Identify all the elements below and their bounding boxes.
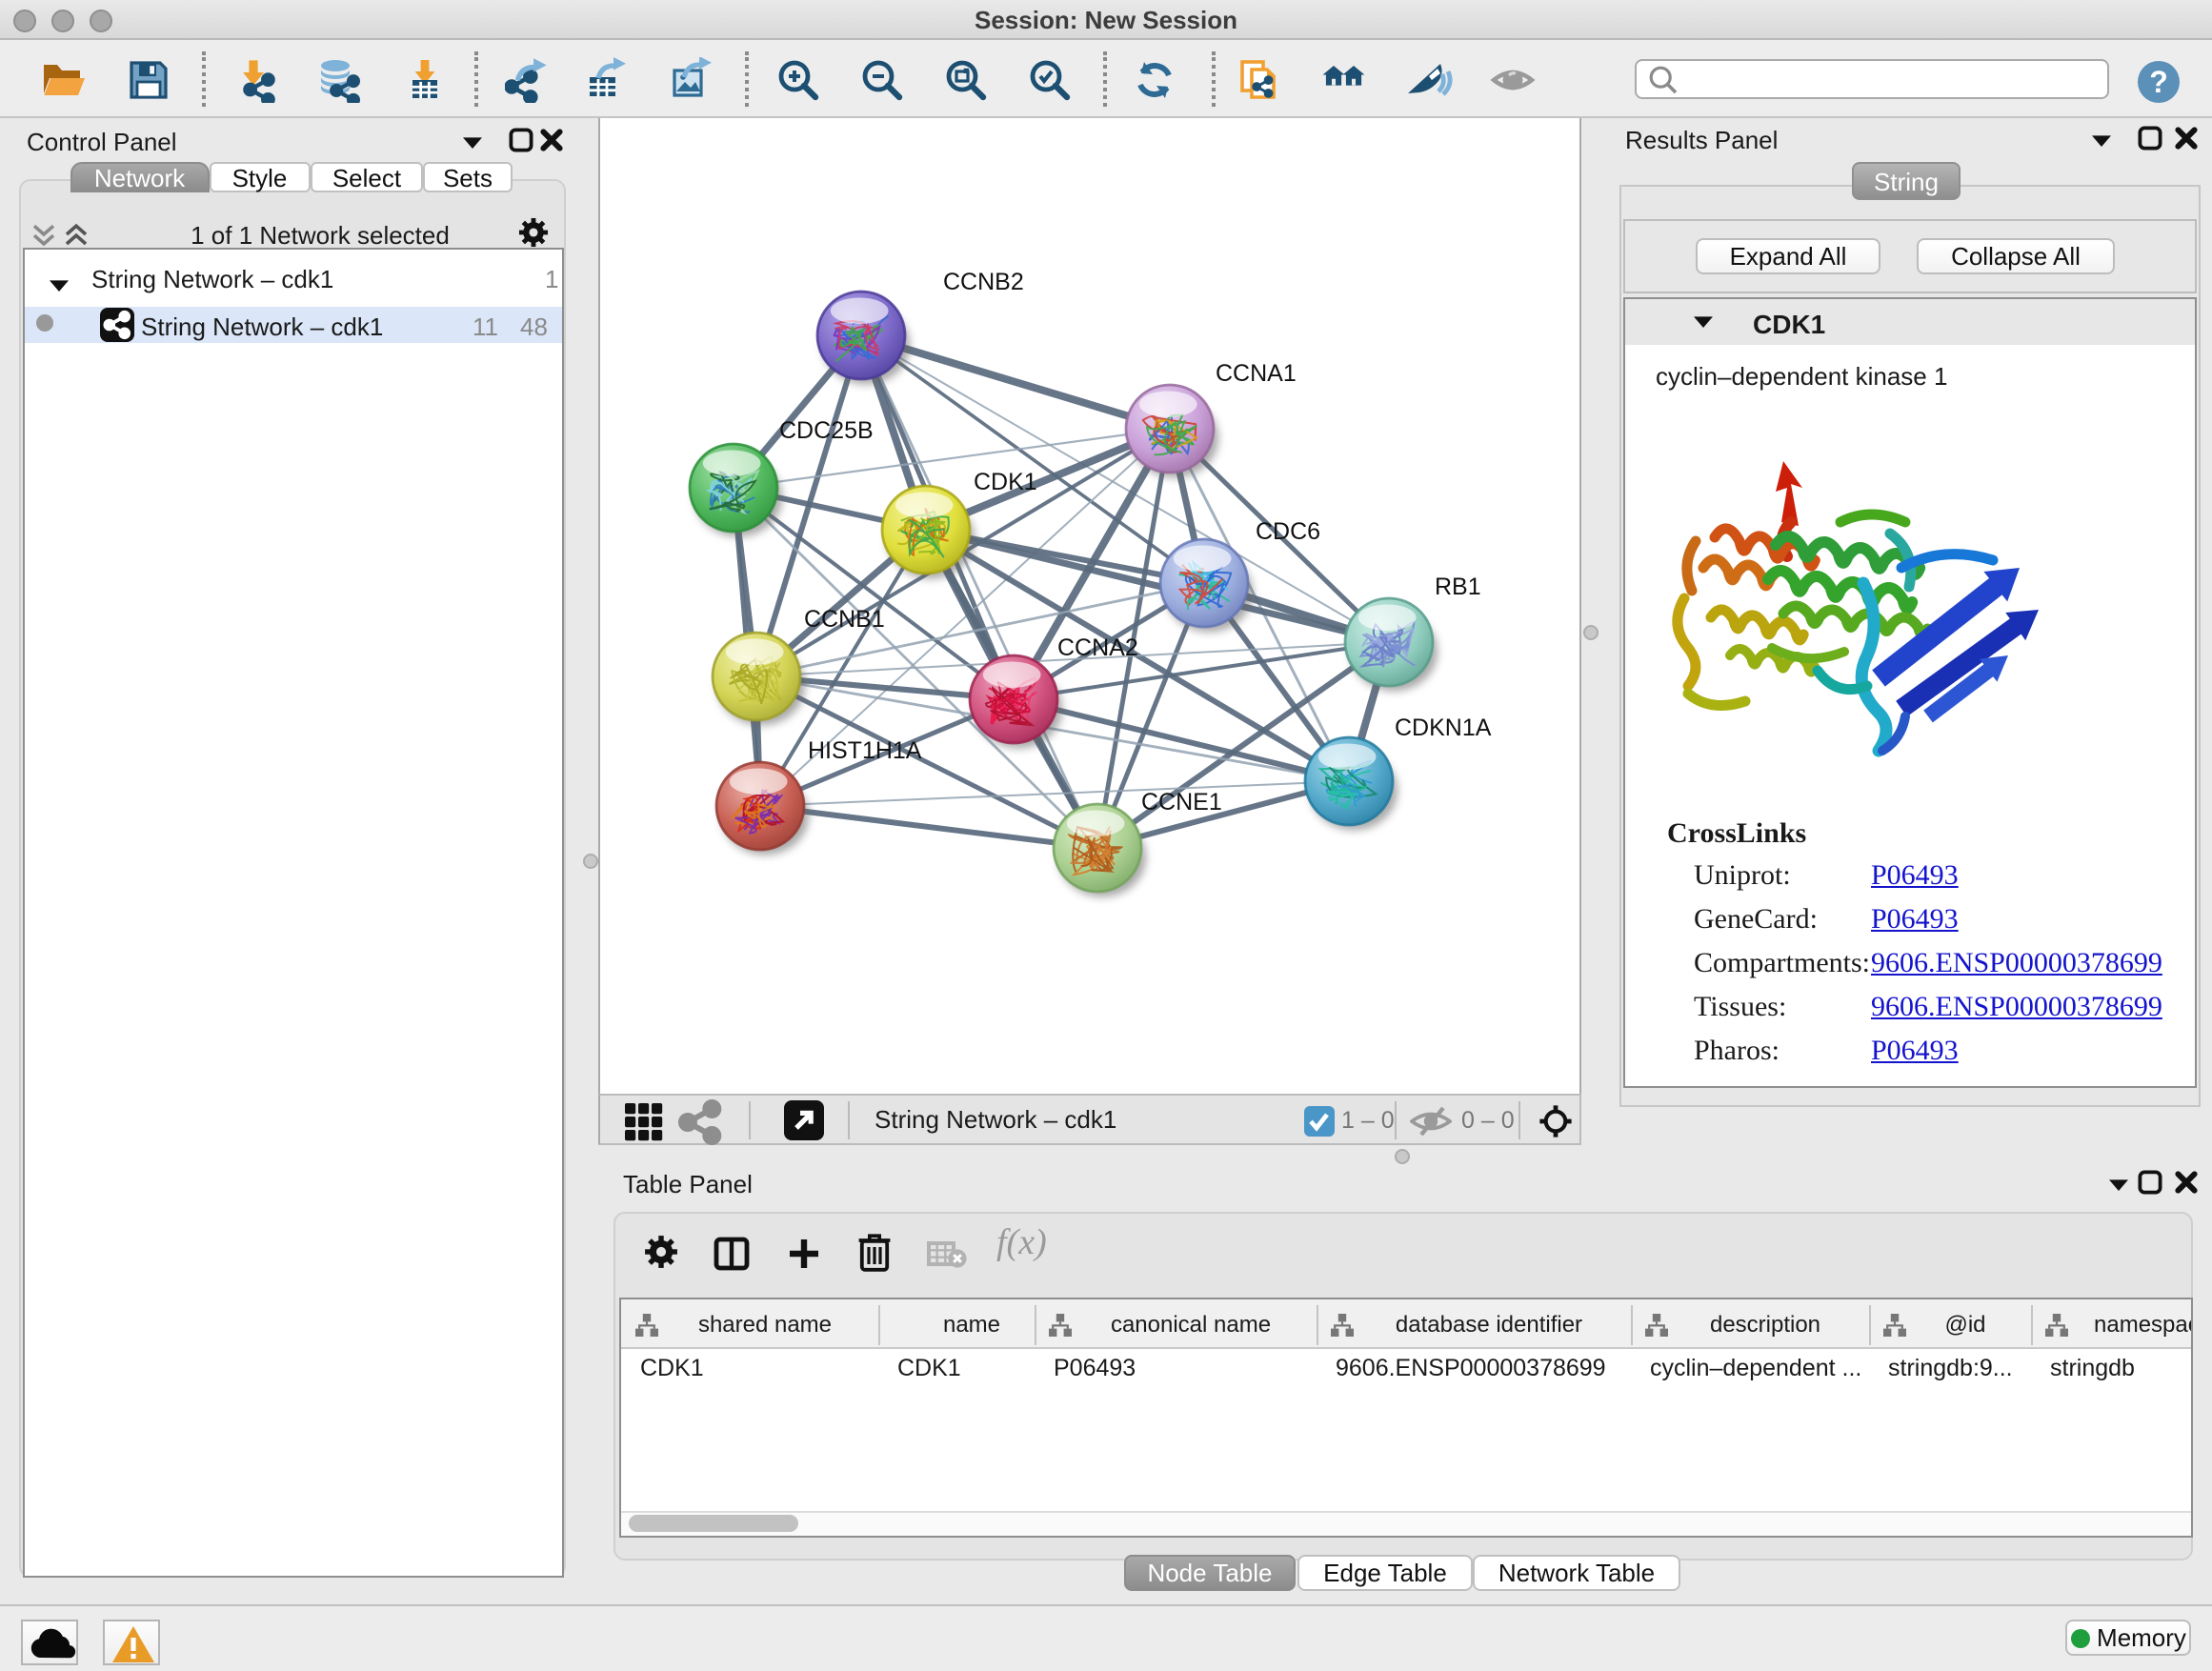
svg-text:CDC6: CDC6 bbox=[1256, 518, 1320, 545]
svg-text:CCNE1: CCNE1 bbox=[1141, 789, 1222, 815]
svg-text:RB1: RB1 bbox=[1435, 574, 1481, 600]
svg-text:CCNB2: CCNB2 bbox=[943, 269, 1024, 295]
svg-text:HIST1H1A: HIST1H1A bbox=[808, 737, 922, 764]
svg-text:CDK1: CDK1 bbox=[974, 469, 1037, 495]
svg-text:CCNA1: CCNA1 bbox=[1216, 360, 1297, 387]
svg-text:CDKN1A: CDKN1A bbox=[1395, 715, 1492, 741]
svg-text:?: ? bbox=[2149, 65, 2168, 99]
svg-text:CDC25B: CDC25B bbox=[779, 417, 874, 444]
svg-text:CCNB1: CCNB1 bbox=[804, 606, 885, 633]
svg-text:CCNA2: CCNA2 bbox=[1057, 634, 1138, 661]
